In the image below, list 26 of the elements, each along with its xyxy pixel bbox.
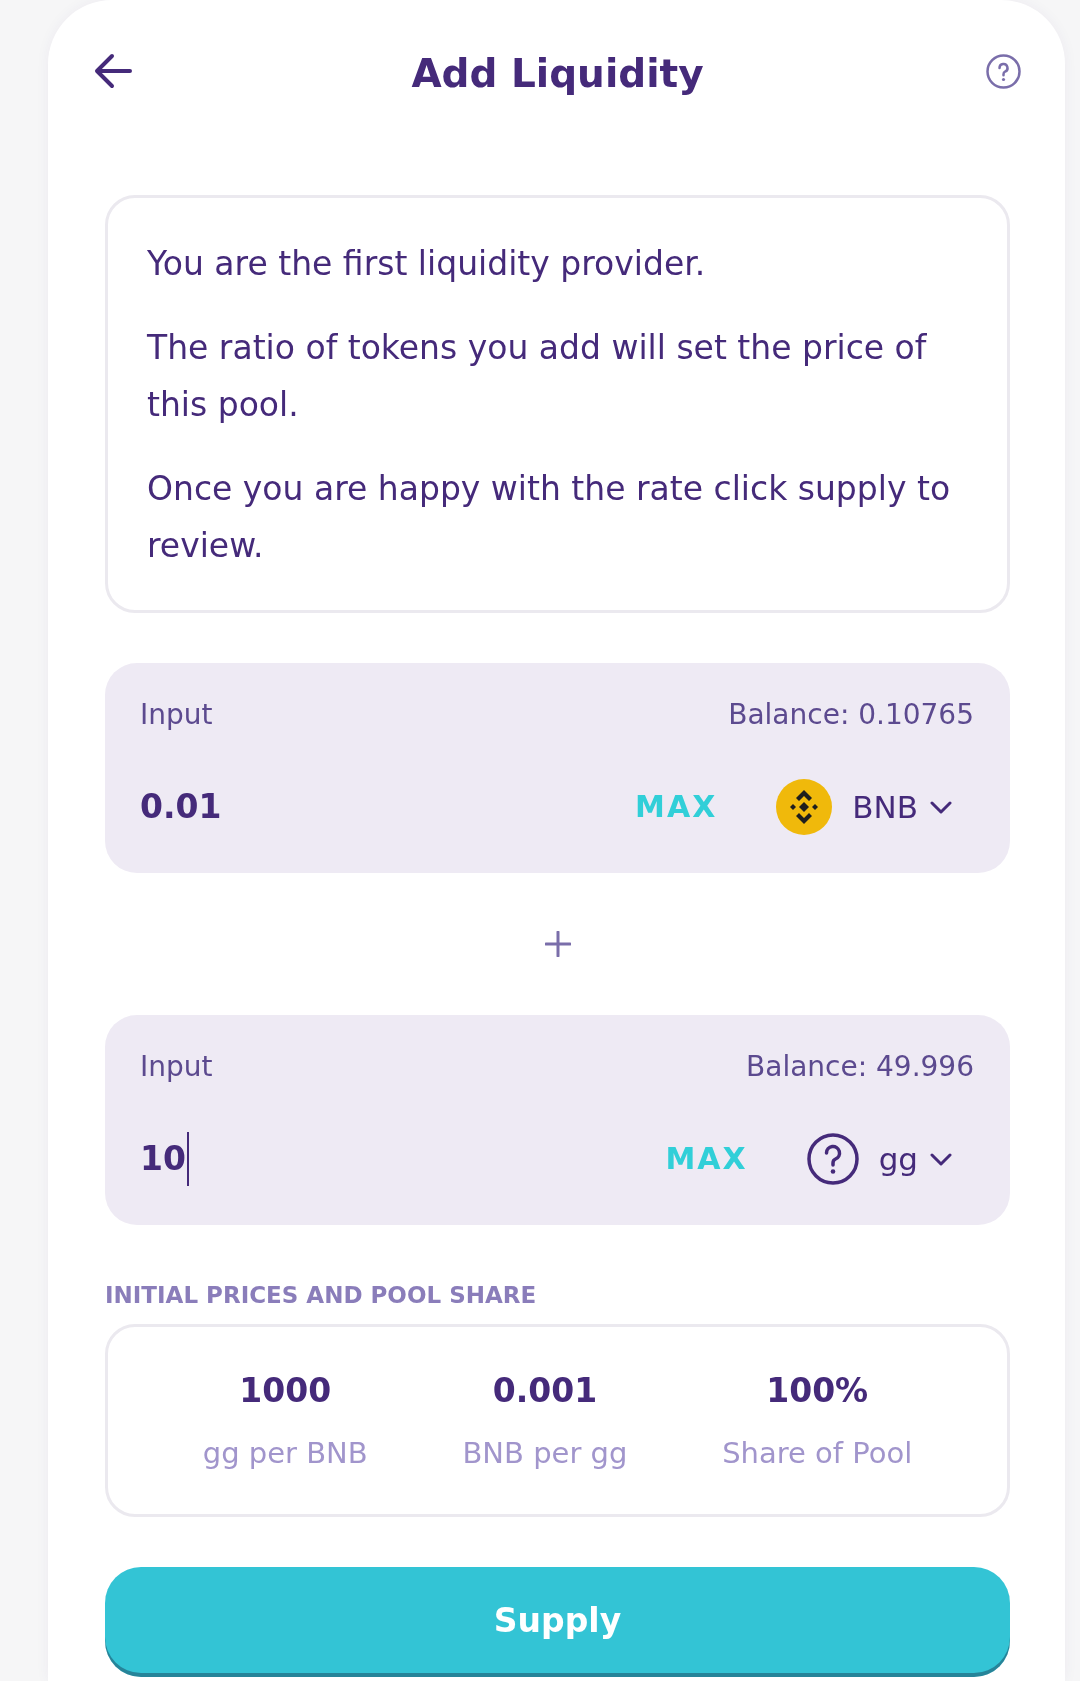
back-arrow-icon[interactable] [94,53,132,89]
token-select-button[interactable]: gg [806,1133,952,1185]
coin-icon [776,779,833,835]
section-title: INITIAL PRICES AND POOL SHARE [105,1281,538,1310]
input-label: Input [140,697,213,733]
balance-text: Balance: 0.10765 [728,697,974,733]
question-circle-icon [806,1133,859,1185]
info-text: You are the first liquidity provider. [147,243,707,285]
price-label: gg per BNB [202,1435,368,1472]
chevron-down-icon [930,1152,952,1166]
amount-field[interactable]: 0.01 [140,780,225,834]
amount-field[interactable]: 10 [140,1132,189,1186]
chevron-down-icon [930,800,952,814]
price-value: 1000 [239,1370,332,1412]
info-text: Once you are happy with the rate click supply to review. [147,468,952,567]
help-icon[interactable] [986,53,1021,89]
page-title: Add Liquidity [411,50,704,98]
plus-icon [544,931,571,957]
info-text: The ratio of tokens you add will set the price of this pool. [147,327,928,426]
input-label: Input [140,1049,213,1085]
price-label: BNB per gg [462,1435,628,1472]
balance-text: Balance: 49.996 [746,1049,974,1085]
price-value: 100% [766,1370,869,1412]
token-select-button[interactable]: BNB [776,779,952,835]
price-label: Share of Pool [722,1435,913,1472]
price-value: 0.001 [492,1370,598,1412]
